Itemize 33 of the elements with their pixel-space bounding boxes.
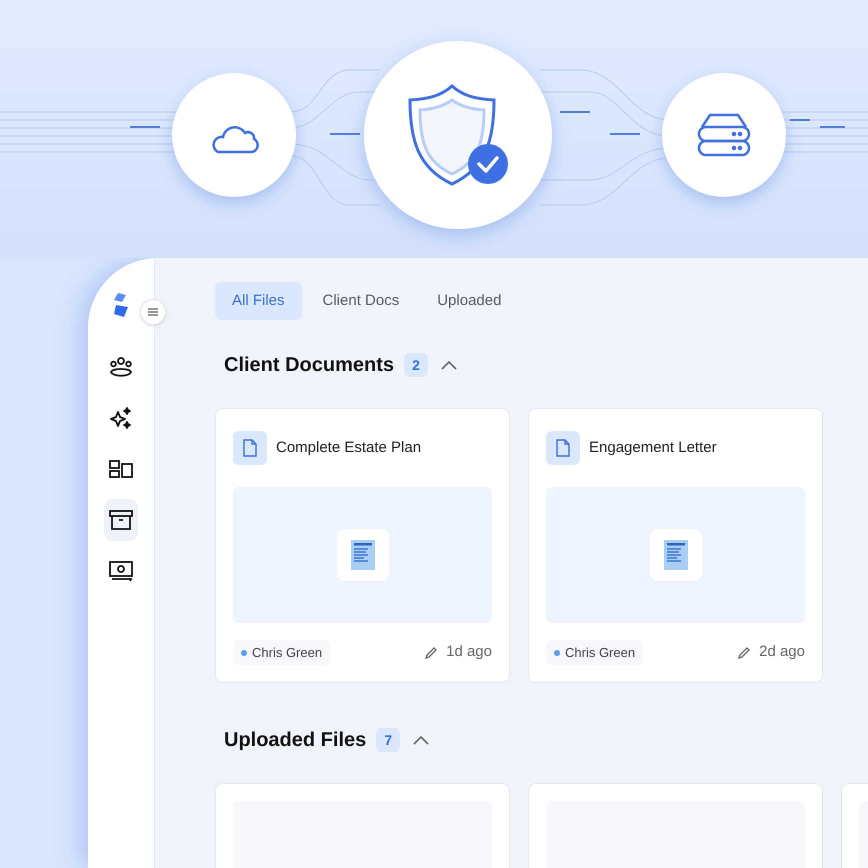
chevron-icon xyxy=(441,360,458,370)
pencil-icon xyxy=(425,646,438,659)
people-icon xyxy=(109,356,133,378)
author-name: Chris Green xyxy=(252,644,322,662)
count-badge: 2 xyxy=(404,353,428,377)
menu-icon xyxy=(148,308,158,316)
edited-time: 2d ago xyxy=(759,642,805,662)
menu-button[interactable] xyxy=(140,299,166,325)
edited-time: 1d ago xyxy=(446,642,492,662)
section-title: Client Documents xyxy=(224,353,394,378)
count-badge: 7 xyxy=(376,728,400,752)
file-icon xyxy=(243,439,257,457)
file-title: Engagement Letter xyxy=(589,438,717,458)
sparkles-icon xyxy=(109,406,133,430)
document-icon xyxy=(350,540,374,570)
file-title: Complete Estate Plan xyxy=(276,438,422,458)
banknote-icon xyxy=(109,560,133,582)
server-icon xyxy=(696,111,752,159)
file-card[interactable]: Engagement Letter Chris Green 2d ago xyxy=(528,408,823,683)
layout-icon xyxy=(109,459,133,479)
file-icon xyxy=(556,439,570,457)
logo-icon xyxy=(112,291,130,319)
tab[interactable]: Uploaded xyxy=(420,282,518,320)
file-card[interactable]: Complete Estate Plan Chris Green 1d ago xyxy=(215,408,510,683)
pencil-icon xyxy=(738,646,752,659)
section-title: Uploaded Files xyxy=(224,728,366,753)
document-icon xyxy=(664,540,688,570)
archive-box-icon xyxy=(109,509,133,531)
author-name: Chris Green xyxy=(565,644,636,662)
chevron-icon xyxy=(413,736,430,744)
tab[interactable]: All Files xyxy=(215,282,302,320)
sidebar-item[interactable] xyxy=(104,499,138,541)
tab[interactable]: Client Docs xyxy=(306,282,416,320)
